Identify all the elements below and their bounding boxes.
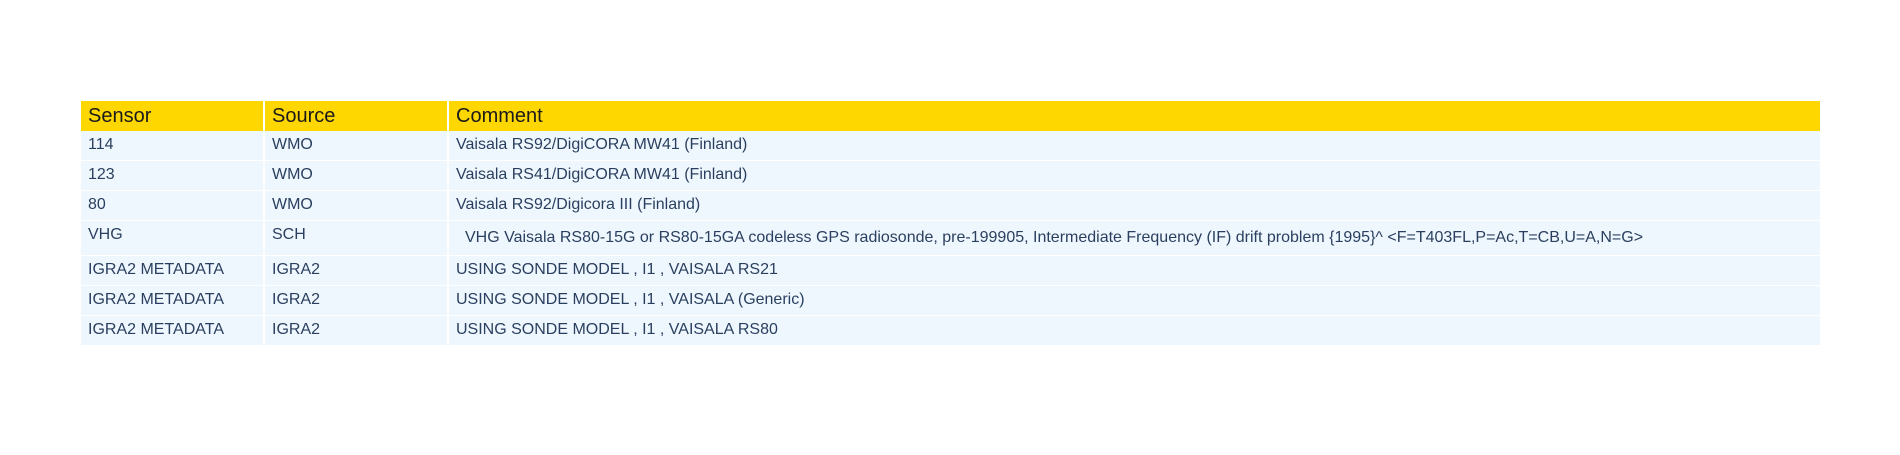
comment-cell: Vaisala RS92/Digicora III (Finland) — [449, 191, 1820, 221]
table-row: VHG SCH VHG Vaisala RS80-15G or RS80-15G… — [81, 221, 1820, 256]
comment-cell: Vaisala RS92/DigiCORA MW41 (Finland) — [449, 131, 1820, 161]
header-sensor: Sensor — [81, 101, 265, 131]
sensor-cell: VHG — [81, 221, 265, 256]
sensor-cell: IGRA2 METADATA — [81, 256, 265, 286]
source-cell: WMO — [265, 131, 449, 161]
table-header: Sensor Source Comment — [81, 101, 1820, 131]
table-row: IGRA2 METADATA IGRA2 USING SONDE MODEL ,… — [81, 256, 1820, 286]
sensor-cell: IGRA2 METADATA — [81, 286, 265, 316]
table-row: 123 WMO Vaisala RS41/DigiCORA MW41 (Finl… — [81, 161, 1820, 191]
source-cell: IGRA2 — [265, 256, 449, 286]
comment-cell: Vaisala RS41/DigiCORA MW41 (Finland) — [449, 161, 1820, 191]
table-row: IGRA2 METADATA IGRA2 USING SONDE MODEL ,… — [81, 286, 1820, 316]
source-cell: IGRA2 — [265, 286, 449, 316]
table-row: 80 WMO Vaisala RS92/Digicora III (Finlan… — [81, 191, 1820, 221]
comment-cell: USING SONDE MODEL , I1 , VAISALA RS21 — [449, 256, 1820, 286]
comment-cell: USING SONDE MODEL , I1 , VAISALA RS80 — [449, 316, 1820, 346]
header-source: Source — [265, 101, 449, 131]
source-cell: SCH — [265, 221, 449, 256]
table-row: 114 WMO Vaisala RS92/DigiCORA MW41 (Finl… — [81, 131, 1820, 161]
table-row: IGRA2 METADATA IGRA2 USING SONDE MODEL ,… — [81, 316, 1820, 346]
source-cell: WMO — [265, 191, 449, 221]
table-body: 114 WMO Vaisala RS92/DigiCORA MW41 (Finl… — [81, 131, 1820, 346]
sensor-cell: 114 — [81, 131, 265, 161]
header-row: Sensor Source Comment — [81, 101, 1820, 131]
sensor-cell: IGRA2 METADATA — [81, 316, 265, 346]
sensor-metadata-table: Sensor Source Comment 114 WMO Vaisala RS… — [81, 101, 1820, 346]
comment-cell: VHG Vaisala RS80-15G or RS80-15GA codele… — [449, 221, 1820, 256]
source-cell: IGRA2 — [265, 316, 449, 346]
comment-cell: USING SONDE MODEL , I1 , VAISALA (Generi… — [449, 286, 1820, 316]
sensor-cell: 123 — [81, 161, 265, 191]
source-cell: WMO — [265, 161, 449, 191]
sensor-cell: 80 — [81, 191, 265, 221]
header-comment: Comment — [449, 101, 1820, 131]
